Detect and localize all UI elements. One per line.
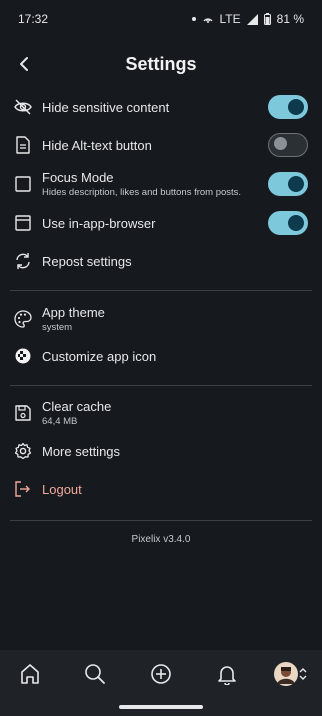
- app-theme-text: App theme system: [42, 305, 105, 333]
- status-time: 17:32: [18, 12, 49, 26]
- logout-icon: [14, 480, 32, 498]
- hide-alt-text-label: Hide Alt-text button: [42, 137, 152, 153]
- focus-mode-row[interactable]: Focus Mode Hides description, likes and …: [0, 164, 322, 204]
- cache-size: 64,4 MB: [42, 416, 78, 427]
- hide-sensitive-content-label: Hide sensitive content: [42, 99, 170, 115]
- notifications-icon: [218, 666, 236, 685]
- sync-icon: [14, 252, 32, 270]
- browser-window-icon: [14, 214, 32, 232]
- logout-label: Logout: [42, 481, 82, 497]
- compose-icon: [151, 664, 171, 684]
- hide-sensitive-content-row[interactable]: Hide sensitive content: [0, 88, 322, 126]
- profile-avatar: [274, 662, 298, 686]
- clear-cache-text: Clear cache 64,4 MB: [42, 399, 111, 427]
- clear-cache-row[interactable]: Clear cache 64,4 MB: [0, 394, 322, 432]
- toggle-knob: [274, 136, 287, 150]
- home-icon: [21, 664, 39, 684]
- focus-mode-description: Hides description, likes and buttons fro…: [42, 187, 242, 198]
- palette-icon: [14, 310, 32, 328]
- app-header: Settings: [0, 42, 322, 86]
- signal-icon: [246, 13, 258, 25]
- logout-row[interactable]: Logout: [0, 470, 322, 508]
- hide-alt-text-row[interactable]: Hide Alt-text button: [0, 126, 322, 164]
- network-type: LTE: [219, 12, 241, 26]
- chevron-left-icon: [20, 57, 28, 71]
- home-indicator[interactable]: [119, 705, 203, 709]
- nav-notifications[interactable]: [209, 660, 245, 688]
- save-disk-icon: [14, 404, 32, 422]
- more-settings-label: More settings: [42, 443, 121, 459]
- gear-icon: [14, 442, 32, 460]
- in-app-browser-toggle[interactable]: [268, 211, 308, 235]
- chevron-up-down-icon: [299, 668, 307, 680]
- repost-settings-label: Repost settings: [42, 253, 132, 269]
- status-bar: 17:32 LTE 81 %: [0, 0, 322, 38]
- nav-profile[interactable]: [268, 660, 312, 688]
- battery-icon: [263, 13, 271, 25]
- app-theme-label: App theme: [42, 305, 105, 320]
- hide-alt-text-toggle[interactable]: [268, 133, 308, 157]
- in-app-browser-row[interactable]: Use in-app-browser: [0, 204, 322, 242]
- more-settings-row[interactable]: More settings: [0, 432, 322, 470]
- toggle-knob: [288, 215, 304, 231]
- eye-off-icon: [14, 98, 32, 116]
- customize-app-icon-label: Customize app icon: [42, 348, 157, 364]
- page-title: Settings: [125, 53, 197, 74]
- in-app-browser-label: Use in-app-browser: [42, 215, 156, 231]
- hotspot-icon: [202, 18, 213, 23]
- status-icons: LTE 81 %: [191, 12, 304, 26]
- repost-settings-row[interactable]: Repost settings: [0, 242, 322, 280]
- settings-list: Hide sensitive content Hide Alt-text but…: [0, 88, 322, 545]
- square-icon: [14, 175, 32, 193]
- app-theme-value: system: [42, 322, 73, 333]
- back-button[interactable]: [10, 50, 38, 78]
- focus-mode-text: Focus Mode Hides description, likes and …: [42, 170, 241, 198]
- app-icon-preview-icon: [14, 347, 32, 365]
- nav-home[interactable]: [12, 660, 48, 688]
- battery-percent: 81 %: [276, 12, 304, 26]
- search-icon: [85, 664, 105, 684]
- hide-sensitive-content-toggle[interactable]: [268, 95, 308, 119]
- document-icon: [14, 136, 32, 154]
- customize-app-icon-row[interactable]: Customize app icon: [0, 341, 322, 371]
- nav-compose[interactable]: [143, 660, 179, 688]
- clear-cache-label: Clear cache: [42, 399, 112, 414]
- app-version: Pixelix v3.4.0: [131, 534, 191, 545]
- nav-search[interactable]: [77, 660, 113, 688]
- focus-mode-toggle[interactable]: [268, 172, 308, 196]
- focus-mode-label: Focus Mode: [42, 170, 114, 185]
- toggle-knob: [288, 176, 304, 192]
- toggle-knob: [288, 99, 304, 115]
- app-theme-row[interactable]: App theme system: [0, 297, 322, 341]
- notification-dot-icon: [191, 17, 196, 21]
